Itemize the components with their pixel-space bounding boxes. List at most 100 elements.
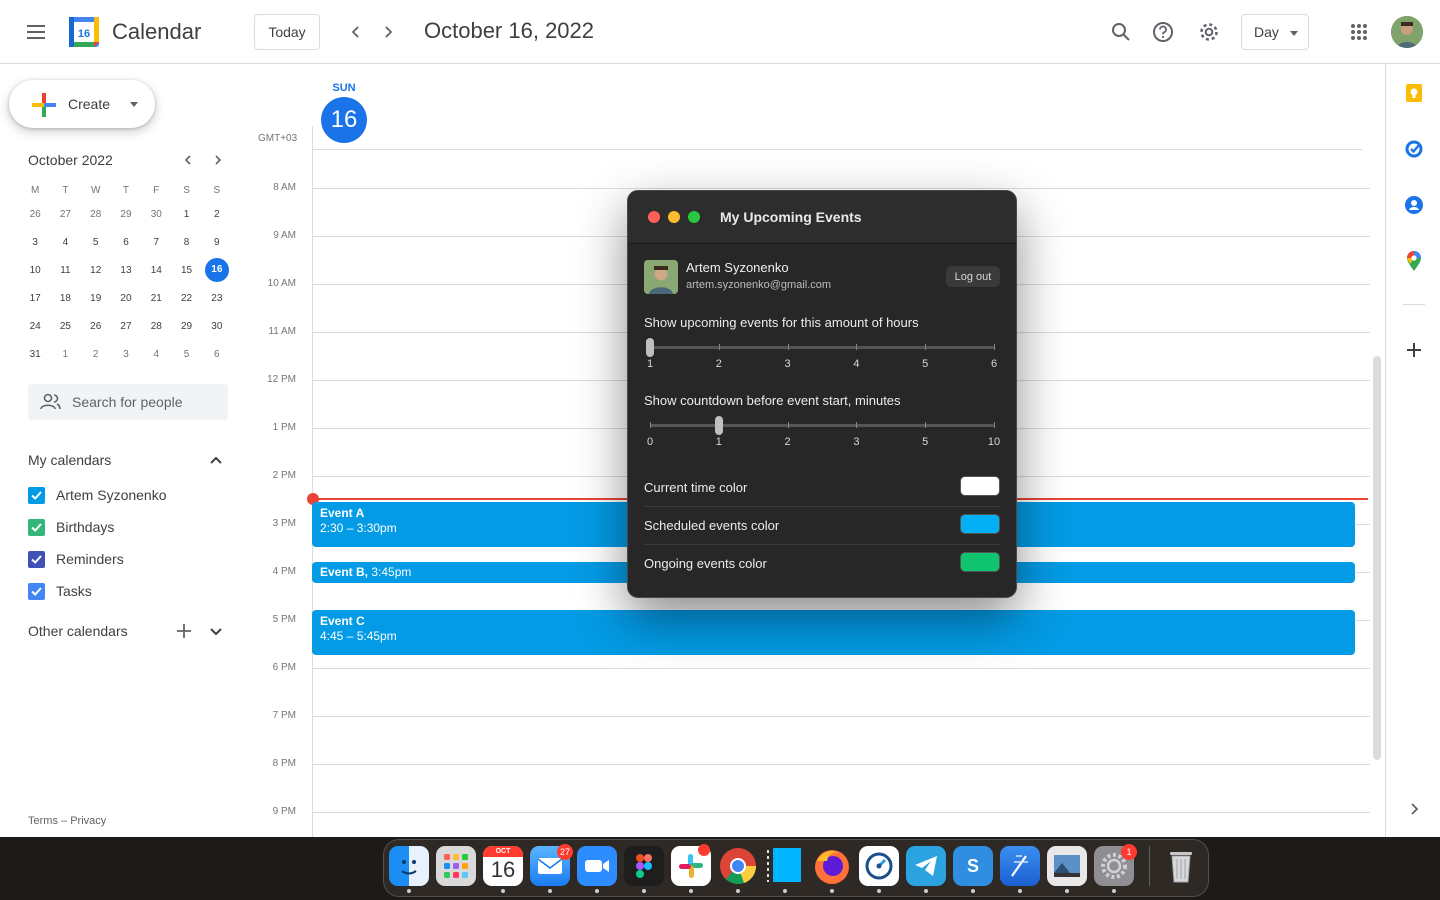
view-selector[interactable]: Day — [1241, 14, 1309, 50]
mini-day[interactable]: 29 — [111, 209, 141, 220]
mini-day[interactable]: 15 — [171, 265, 201, 276]
mini-day[interactable]: 24 — [20, 321, 50, 332]
calendar-item[interactable]: Reminders — [28, 549, 124, 569]
preview-icon[interactable] — [1047, 846, 1087, 886]
calendar-dock-icon[interactable]: OCT 16 — [483, 846, 523, 886]
expand-panel-icon[interactable] — [1403, 798, 1425, 820]
mini-day[interactable]: 26 — [20, 209, 50, 220]
firefox-icon[interactable] — [812, 846, 852, 886]
mini-day[interactable]: 12 — [81, 265, 111, 276]
mini-day[interactable]: 23 — [202, 293, 232, 304]
calendar-item[interactable]: Birthdays — [28, 517, 114, 537]
mini-day[interactable]: 2 — [81, 349, 111, 360]
mini-day[interactable]: 2 — [202, 209, 232, 220]
calendar-checkbox[interactable] — [28, 518, 45, 536]
hours-slider-track[interactable] — [650, 346, 994, 349]
keep-icon[interactable] — [1403, 82, 1425, 104]
mini-day[interactable]: 8 — [171, 237, 201, 248]
mini-day[interactable]: 28 — [141, 321, 171, 332]
help-icon[interactable] — [1150, 19, 1176, 45]
next-day-button[interactable] — [376, 20, 400, 44]
tasks-icon[interactable] — [1403, 138, 1425, 160]
create-button[interactable]: Create — [9, 80, 155, 128]
apps-grid-icon[interactable] — [1346, 19, 1372, 45]
launchpad-icon[interactable] — [436, 846, 476, 886]
telegram-icon[interactable] — [906, 846, 946, 886]
event-c[interactable]: Event C 4:45 – 5:45pm — [312, 610, 1355, 655]
mini-day[interactable]: 9 — [202, 237, 232, 248]
calendar-logo-icon[interactable]: 16 — [68, 15, 100, 49]
mini-day[interactable]: 1 — [50, 349, 80, 360]
mini-day[interactable]: 20 — [111, 293, 141, 304]
prev-day-button[interactable] — [344, 20, 368, 44]
today-button[interactable]: Today — [254, 14, 320, 50]
calendar-checkbox[interactable] — [28, 486, 45, 504]
mini-day[interactable]: 25 — [50, 321, 80, 332]
mini-day[interactable]: 4 — [141, 349, 171, 360]
day-number[interactable]: 16 — [321, 97, 367, 143]
my-calendars-title[interactable]: My calendars — [28, 452, 111, 468]
mini-day[interactable]: 27 — [50, 209, 80, 220]
mini-day[interactable]: 10 — [20, 265, 50, 276]
mini-day[interactable]: 14 — [141, 265, 171, 276]
mini-day[interactable]: 31 — [20, 349, 50, 360]
mini-day[interactable]: 27 — [111, 321, 141, 332]
countdown-slider-knob[interactable] — [714, 416, 723, 435]
maps-pin-icon[interactable] — [1403, 250, 1425, 272]
scrollbar[interactable] — [1373, 356, 1381, 760]
finder-icon[interactable] — [389, 846, 429, 886]
mini-day[interactable]: 16 — [202, 258, 232, 282]
mini-day[interactable]: 28 — [81, 209, 111, 220]
figma-icon[interactable] — [624, 846, 664, 886]
mini-day[interactable]: 22 — [171, 293, 201, 304]
xcode-icon[interactable] — [1000, 846, 1040, 886]
color-swatch-button[interactable] — [960, 552, 1000, 572]
privacy-link[interactable]: Privacy — [70, 815, 106, 827]
mini-day[interactable]: 7 — [141, 237, 171, 248]
window-minimize-button[interactable] — [668, 211, 680, 223]
trash-icon[interactable] — [1161, 846, 1201, 886]
mini-day[interactable]: 4 — [50, 237, 80, 248]
chrome-icon[interactable] — [718, 846, 758, 886]
mini-day[interactable]: 5 — [171, 349, 201, 360]
mini-day[interactable]: 5 — [81, 237, 111, 248]
window-zoom-button[interactable] — [688, 211, 700, 223]
add-addon-icon[interactable] — [1403, 339, 1425, 361]
mini-day[interactable]: 1 — [171, 209, 201, 220]
contacts-icon[interactable] — [1403, 194, 1425, 216]
timer-app-icon[interactable] — [859, 846, 899, 886]
s-app-icon[interactable]: S — [953, 846, 993, 886]
mini-day[interactable]: 18 — [50, 293, 80, 304]
hours-slider-knob[interactable] — [646, 338, 654, 357]
calendar-checkbox[interactable] — [28, 582, 45, 600]
window-titlebar[interactable]: My Upcoming Events — [628, 191, 1016, 244]
calendar-checkbox[interactable] — [28, 550, 45, 568]
mini-day[interactable]: 19 — [81, 293, 111, 304]
mini-day[interactable]: 17 — [20, 293, 50, 304]
account-avatar[interactable] — [1391, 16, 1423, 48]
color-swatch-button[interactable] — [960, 476, 1000, 496]
mini-day[interactable]: 3 — [20, 237, 50, 248]
mini-prev-month-button[interactable] — [178, 150, 198, 170]
settings-gear-icon[interactable] — [1196, 19, 1222, 45]
mini-day[interactable]: 30 — [202, 321, 232, 332]
search-people-input[interactable]: Search for people — [28, 384, 228, 420]
terms-link[interactable]: Terms — [28, 815, 58, 827]
mini-day[interactable]: 13 — [111, 265, 141, 276]
mini-day[interactable]: 29 — [171, 321, 201, 332]
chevron-up-icon[interactable] — [206, 450, 226, 470]
logout-button[interactable]: Log out — [946, 266, 1000, 287]
main-menu-icon[interactable] — [22, 18, 50, 46]
other-calendars-title[interactable]: Other calendars — [28, 623, 128, 639]
window-close-button[interactable] — [648, 211, 660, 223]
mini-day[interactable]: 6 — [111, 237, 141, 248]
mini-day[interactable]: 3 — [111, 349, 141, 360]
calendar-item[interactable]: Artem Syzonenko — [28, 485, 167, 505]
mini-day[interactable]: 6 — [202, 349, 232, 360]
mini-day[interactable]: 26 — [81, 321, 111, 332]
search-icon[interactable] — [1108, 19, 1134, 45]
mini-day[interactable]: 21 — [141, 293, 171, 304]
chevron-down-icon[interactable] — [206, 621, 226, 641]
color-swatch-button[interactable] — [960, 514, 1000, 534]
mini-day[interactable]: 30 — [141, 209, 171, 220]
